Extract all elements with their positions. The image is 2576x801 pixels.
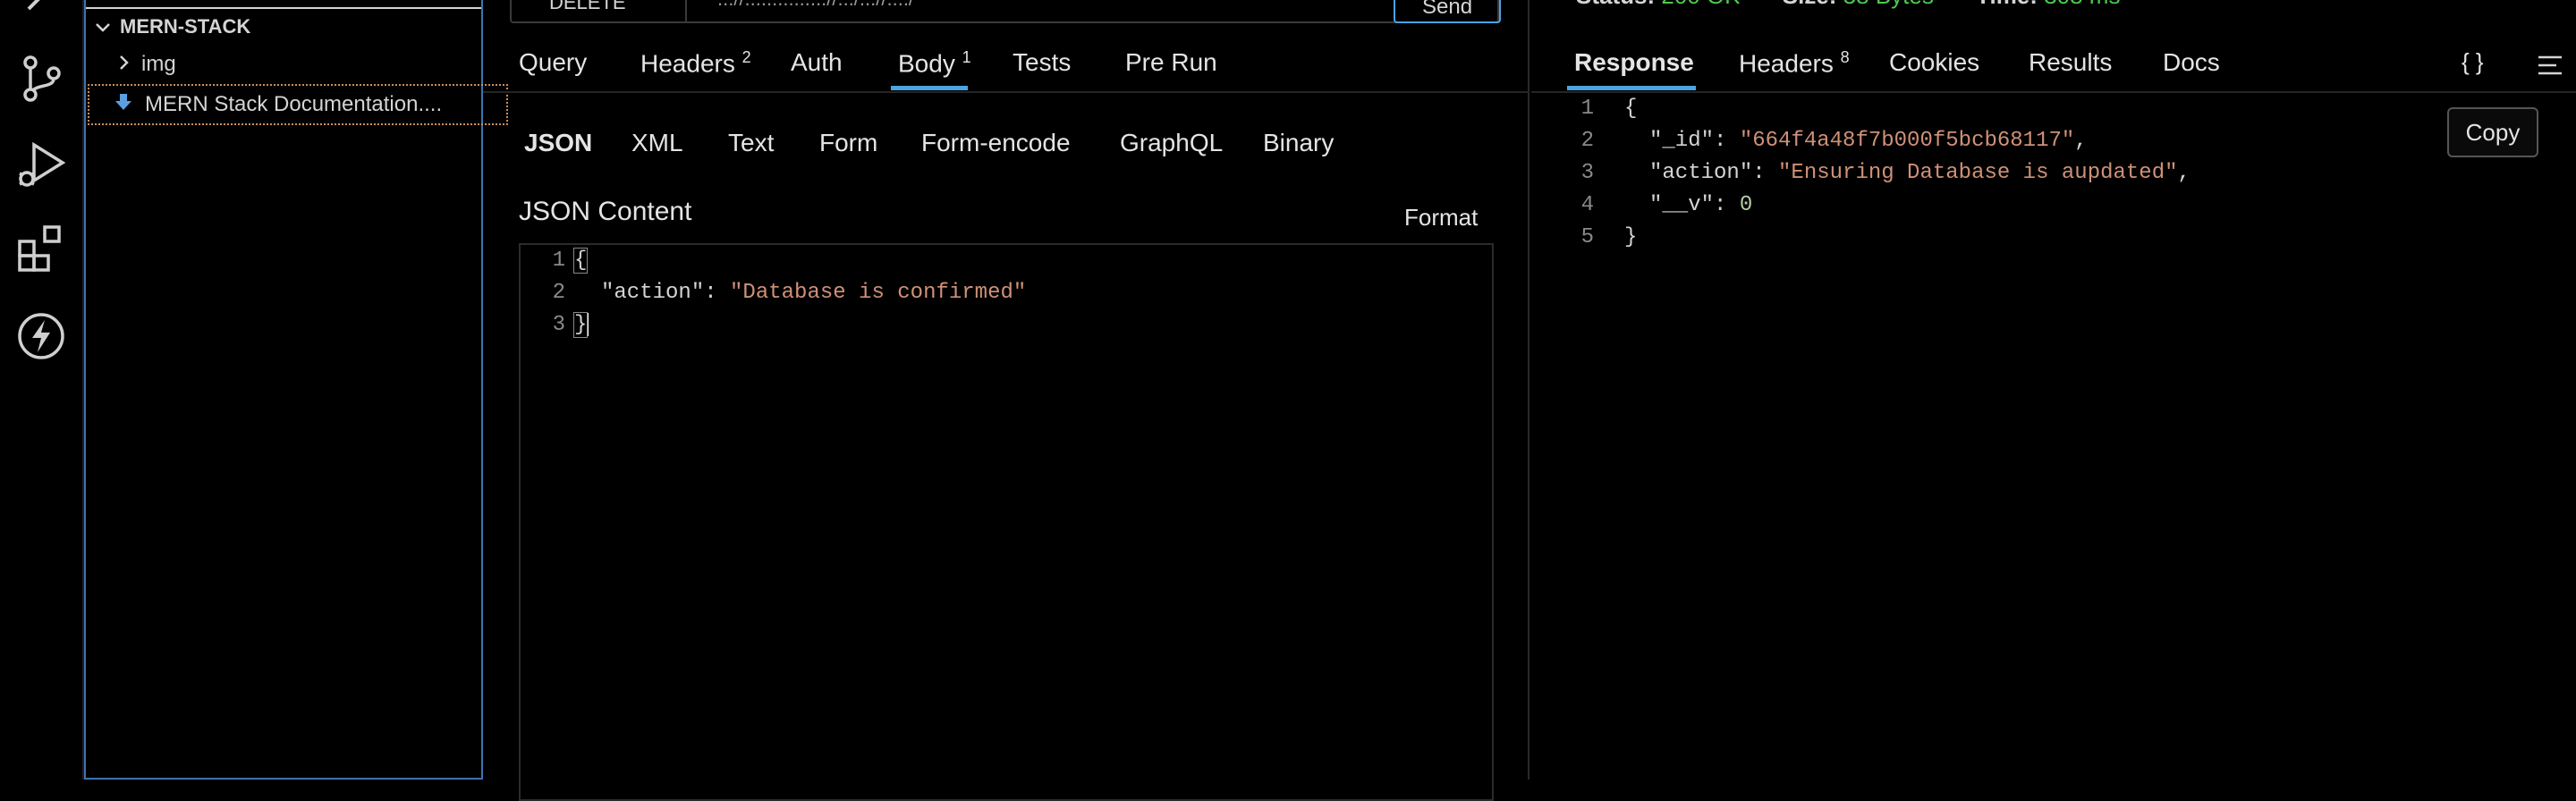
body-type-graphql[interactable]: GraphQL [1120,129,1223,157]
response-tabs-divider [1531,91,2576,93]
response-status-bar: Status: 200 OK Size: 58 Bytes Time: 308 … [1576,0,2120,10]
tree-item-mern-doc[interactable]: MERN Stack Documentation.... [88,84,508,125]
active-tab-indicator [891,86,968,90]
size-value: 58 Bytes [1843,0,1934,9]
tree-item-img[interactable]: img [118,46,176,82]
size-label: Size: [1783,0,1837,9]
resp-line-id: "_id": "664f4a48f7b000f5bcb68117", [1649,129,2088,153]
resp-line-v: "__v": 0 [1649,193,1753,217]
line-number: 4 [1580,193,1594,217]
explorer-top-divider [86,0,481,9]
line-number: 2 [1580,129,1594,153]
code-line-action: "action": "Database is confirmed" [601,281,1027,305]
status-label: Status: [1576,0,1655,9]
line-number: 3 [552,313,565,337]
body-type-form-encode[interactable]: Form-encode [921,129,1071,157]
run-debug-icon[interactable] [13,136,70,193]
source-control-icon[interactable] [13,50,70,107]
copy-button[interactable]: Copy [2447,107,2538,157]
send-button[interactable]: Send [1394,0,1501,23]
menu-icon[interactable] [2537,54,2563,81]
resp-open-brace: { [1624,97,1638,121]
time-label: Time: [1976,0,2038,9]
body-type-form[interactable]: Form [819,129,877,157]
time-value: 308 ms [2044,0,2120,9]
chevron-down-icon [95,14,116,39]
line-number: 2 [552,281,565,305]
line-number: 1 [1580,97,1594,121]
tab-pre-run[interactable]: Pre Run [1125,48,1217,77]
json-body-editor[interactable]: 1 2 3 { "action": "Database is confirmed… [519,243,1494,801]
folder-row-mern-stack[interactable]: MERN-STACK [95,9,250,45]
body-type-json[interactable]: JSON [524,129,592,157]
body-count-badge: 1 [962,48,971,66]
text-cursor [587,313,589,336]
code-open-brace: { [572,248,589,274]
headers-count-badge: 2 [741,48,751,66]
folder-label: MERN-STACK [120,15,251,38]
response-panel: Status: 200 OK Size: 58 Bytes Time: 308 … [1531,0,2576,780]
tab-cookies[interactable]: Cookies [1889,48,1979,77]
url-bar: DELETE ...//...............//.../...//..… [510,0,1501,23]
tab-docs[interactable]: Docs [2163,48,2220,77]
line-number: 1 [552,249,565,273]
body-type-binary[interactable]: Binary [1263,129,1334,157]
url-input[interactable]: ...//...............//.../...//..../ [717,0,914,11]
chevron-right-icon [118,52,140,77]
tab-auth[interactable]: Auth [791,48,843,77]
tab-tests[interactable]: Tests [1013,48,1071,77]
tab-body[interactable]: Body 1 [898,48,971,78]
response-active-tab-indicator [1567,86,1696,90]
tab-response[interactable]: Response [1574,48,1694,77]
thunder-client-icon[interactable] [13,308,70,365]
resp-close-brace: } [1624,225,1638,249]
code-close-brace: } [572,312,589,339]
tab-query[interactable]: Query [519,48,587,77]
tab-results[interactable]: Results [2029,48,2112,77]
status-value: 200 OK [1661,0,1740,9]
format-button[interactable]: Format [1404,204,1478,232]
json-view-icon[interactable]: { } [2462,48,2484,76]
line-number: 3 [1580,161,1594,185]
tab-headers[interactable]: Headers 2 [640,48,751,78]
request-panel: DELETE ...//...............//.../...//..… [483,0,1530,801]
tree-item-label: MERN Stack Documentation.... [145,92,443,116]
body-type-text[interactable]: Text [728,129,774,157]
response-headers-count-badge: 8 [1840,48,1850,66]
explorer-panel: MERN-STACK img MERN Stack Documentation.… [84,0,508,780]
activity-bar [0,0,84,780]
method-select[interactable]: DELETE [512,0,687,21]
json-content-label: JSON Content [519,197,692,226]
tab-response-headers[interactable]: Headers 8 [1739,48,1850,78]
tabs-divider [483,91,1530,93]
download-arrow-icon [114,92,141,118]
line-number: 5 [1580,225,1594,249]
body-type-xml[interactable]: XML [631,129,683,157]
tree-item-label: img [141,52,176,76]
extensions-icon[interactable] [13,222,70,279]
explorer-icon[interactable] [13,0,70,30]
resp-line-action: "action": "Ensuring Database is aupdated… [1649,161,2190,185]
